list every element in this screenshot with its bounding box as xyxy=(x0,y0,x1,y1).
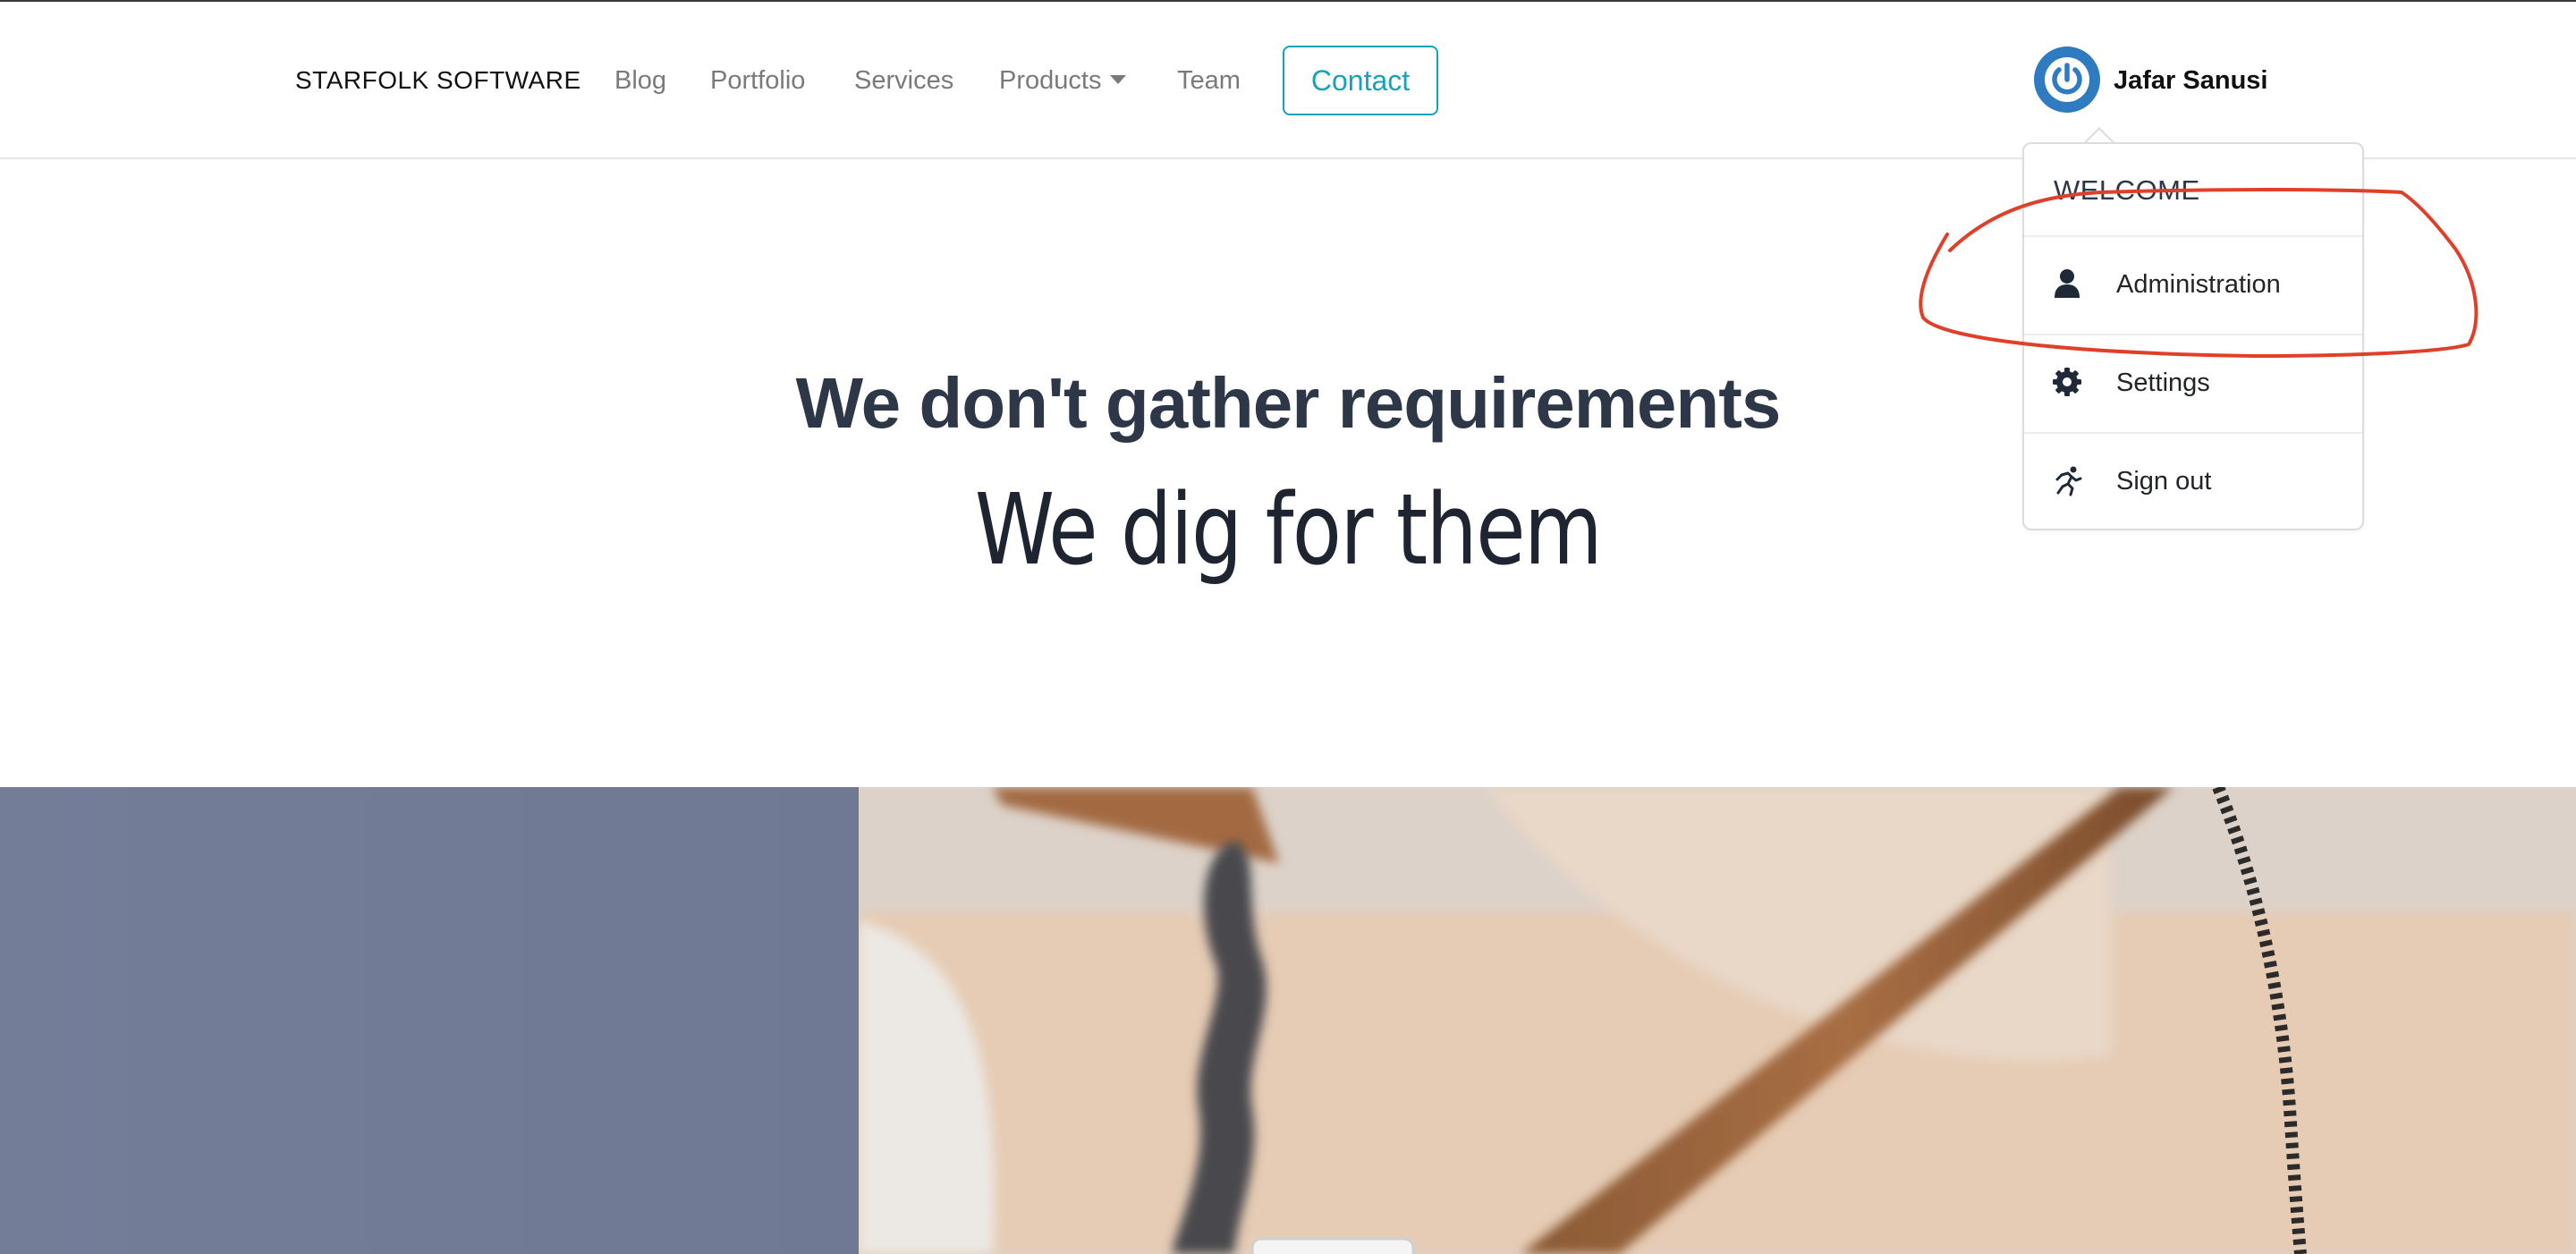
nav-link-services[interactable]: Services xyxy=(854,66,953,96)
menu-item-administration[interactable]: Administration xyxy=(2024,235,2362,332)
page: STARFOLK SOFTWARE Blog Portfolio Service… xyxy=(0,0,2576,1254)
user-name[interactable]: Jafar Sanusi xyxy=(2114,66,2267,96)
brand-logo[interactable]: STARFOLK SOFTWARE xyxy=(295,66,581,95)
hero-title: We don't gather requirements xyxy=(795,363,1782,443)
nav-link-products-label: Products xyxy=(999,66,1102,95)
nav-link-products[interactable]: Products xyxy=(999,66,1127,96)
blurred-desk-image xyxy=(859,787,2576,1254)
user-avatar[interactable] xyxy=(2034,47,2100,113)
navbar: STARFOLK SOFTWARE Blog Portfolio Service… xyxy=(0,2,2576,159)
nav-link-blog[interactable]: Blog xyxy=(614,66,666,96)
power-icon xyxy=(2045,57,2089,102)
slate-color-panel xyxy=(0,787,859,1254)
contact-button[interactable]: Contact xyxy=(1283,46,1438,115)
workspace-photo xyxy=(859,787,2576,1254)
dropdown-header: WELCOME xyxy=(2054,174,2200,206)
menu-item-label: Administration xyxy=(2116,270,2281,299)
nav-link-team[interactable]: Team xyxy=(1177,66,1241,96)
nav-link-portfolio[interactable]: Portfolio xyxy=(710,66,805,96)
hero-subtitle: We dig for them xyxy=(974,472,1603,587)
chevron-down-icon xyxy=(1110,75,1127,84)
user-icon xyxy=(2055,269,2080,298)
